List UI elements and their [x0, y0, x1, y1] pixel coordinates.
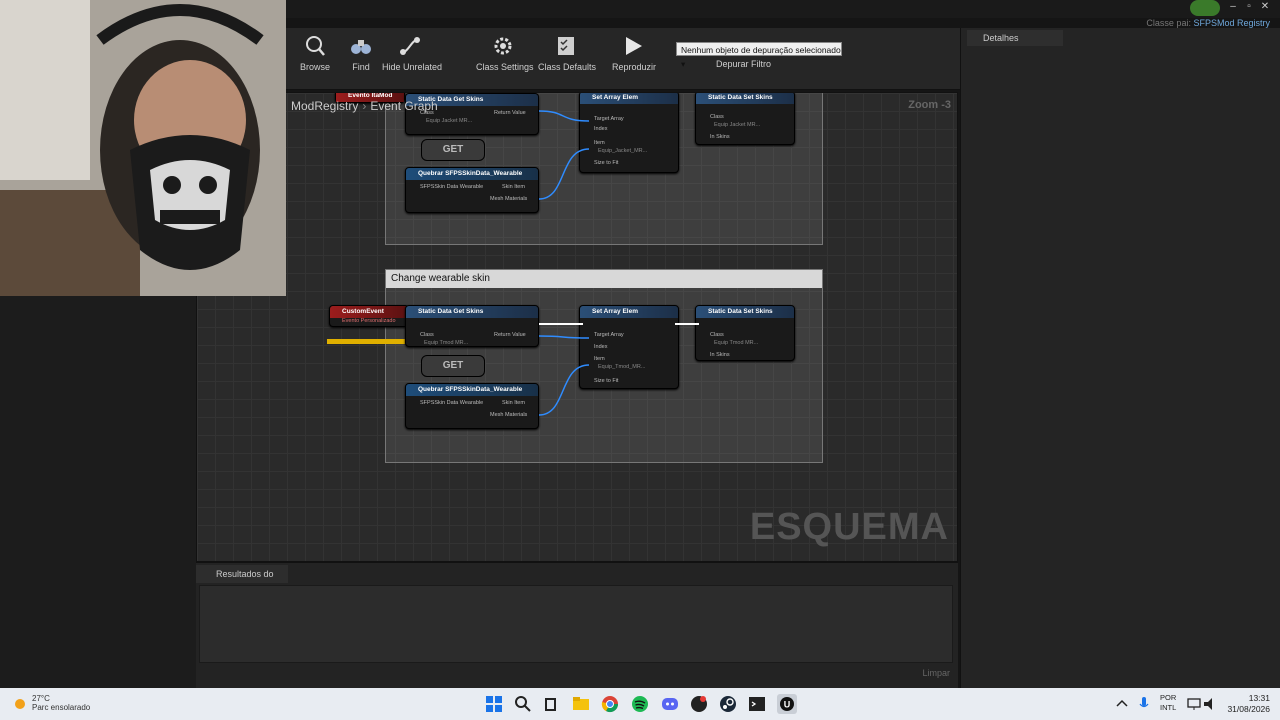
find-label: Find — [352, 62, 370, 72]
data-wire — [538, 335, 590, 339]
left-panel — [0, 296, 196, 688]
minimize-icon[interactable]: – — [1226, 1, 1240, 12]
find-button[interactable]: Find — [346, 34, 376, 82]
chevron-down-icon: ▾ — [681, 59, 686, 69]
clear-button[interactable]: Limpar — [922, 668, 950, 678]
hide-unrelated-label: Hide Unrelated — [382, 62, 443, 72]
hide-unrelated-icon — [400, 37, 420, 55]
language-bottom: INTL — [1160, 703, 1177, 712]
graph-watermark: ESQUEMA — [749, 506, 949, 548]
spotify-icon[interactable] — [630, 694, 650, 714]
breadcrumb-item-event-graph[interactable]: Event Graph — [370, 99, 437, 113]
compiler-results-panel: Resultados do Cor Limpar — [196, 562, 958, 688]
browse-button[interactable]: Browse — [298, 34, 332, 82]
blueprint-graph[interactable]: Evento ItaMod Static Data Get Skins Clas… — [196, 92, 958, 562]
close-icon[interactable]: ✕ — [1258, 1, 1272, 12]
graph-wires — [538, 110, 699, 416]
browse-label: Browse — [299, 62, 330, 72]
svg-text:U: U — [784, 700, 791, 710]
browse-icon — [306, 36, 325, 56]
binoculars-icon — [351, 40, 371, 54]
microphone-icon[interactable] — [1134, 694, 1154, 714]
terminal-icon[interactable] — [747, 694, 767, 714]
taskbar: 27°C Parc ensolarado U POR INTL 13:31 31… — [0, 688, 1280, 720]
data-wire — [538, 148, 590, 200]
details-tab[interactable]: Detalhes — [967, 30, 1063, 46]
compiler-results-tab[interactable]: Resultados do Cor — [196, 565, 288, 597]
class-parent-value[interactable]: SFPSMod Registry — [1193, 18, 1270, 28]
discord-icon[interactable] — [660, 694, 680, 714]
app-icon[interactable] — [689, 694, 709, 714]
language-top: POR — [1160, 693, 1177, 702]
toolbar: Browse Find Hide Unrelated Class Setting… — [286, 28, 960, 90]
clock[interactable]: 13:31 31/08/2026 — [1227, 693, 1270, 715]
breadcrumb: ModRegistry › Event Graph — [291, 99, 438, 113]
steam-icon[interactable] — [718, 694, 738, 714]
folder-icon[interactable] — [571, 694, 591, 714]
hide-unrelated-button[interactable]: Hide Unrelated — [382, 34, 443, 82]
class-parent: Classe pai: SFPSMod Registry — [1146, 18, 1270, 28]
data-wire — [538, 110, 590, 122]
zoom-level: Zoom -3 — [908, 99, 951, 111]
chevron-up-icon[interactable] — [1112, 694, 1132, 714]
class-parent-label: Classe pai: — [1146, 18, 1191, 28]
data-wire — [538, 364, 590, 416]
debug-object-select[interactable]: Nenhum objeto de depuração selecionado ▾ — [676, 42, 842, 69]
sun-icon — [15, 699, 25, 709]
class-settings-label: Class Settings — [476, 62, 534, 72]
class-defaults-button[interactable]: Class Defaults — [538, 34, 597, 82]
class-settings-button[interactable]: Class Settings — [476, 34, 534, 82]
webcam-overlay — [0, 0, 286, 296]
play-icon — [626, 37, 642, 55]
play-button[interactable]: Reproduzir — [612, 34, 657, 82]
details-panel: Detalhes — [960, 28, 1280, 688]
gear-icon — [494, 37, 512, 55]
compiler-results-list — [199, 585, 953, 663]
class-defaults-label: Class Defaults — [538, 62, 597, 72]
language-indicator[interactable]: POR INTL — [1160, 693, 1176, 713]
maximize-icon[interactable]: ▫ — [1242, 1, 1256, 12]
search-icon[interactable] — [513, 694, 533, 714]
debug-filter-label: Depurar Filtro — [716, 59, 772, 69]
volume-icon[interactable] — [1200, 694, 1220, 714]
clock-date: 31/08/2026 — [1227, 704, 1270, 714]
chevron-right-icon: › — [362, 99, 367, 113]
chrome-icon[interactable] — [600, 694, 620, 714]
weather-widget[interactable]: 27°C Parc ensolarado — [12, 694, 90, 712]
ue-badge-icon — [1190, 0, 1220, 16]
breadcrumb-item-modregistry[interactable]: ModRegistry — [291, 99, 358, 113]
windows-start-icon[interactable] — [484, 694, 504, 714]
task-view-icon[interactable] — [541, 694, 561, 714]
debug-object-value: Nenhum objeto de depuração selecionado — [681, 45, 841, 55]
checklist-icon — [558, 37, 574, 55]
clock-time: 13:31 — [1248, 693, 1270, 703]
webcam-person-image — [0, 0, 286, 296]
play-label: Reproduzir — [612, 62, 657, 72]
unreal-engine-icon[interactable]: U — [777, 694, 797, 714]
